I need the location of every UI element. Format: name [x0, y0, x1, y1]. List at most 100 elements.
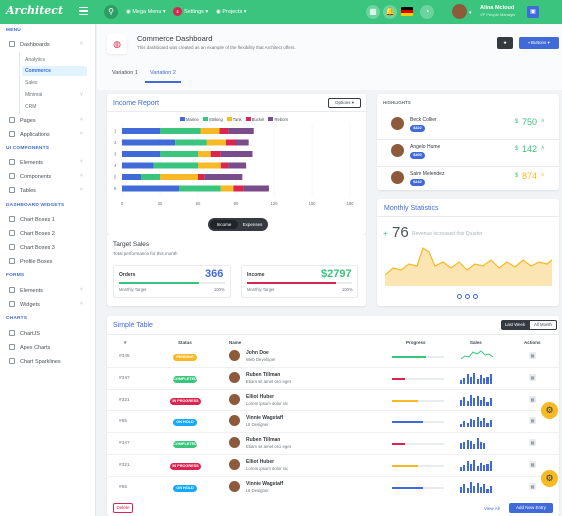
sales-bar [486, 376, 489, 384]
sidebar-item-chart-sparklines[interactable]: Chart Sparklines [9, 358, 61, 365]
delete-button[interactable]: Delete [113, 503, 133, 513]
tab-variation-1[interactable]: Variation 1 [112, 70, 138, 76]
sales-bar [476, 438, 479, 450]
sidebar-item-components[interactable]: Components [9, 173, 51, 180]
income-bar [220, 151, 253, 157]
hamburger-icon[interactable] [79, 7, 88, 15]
carousel-dot-2[interactable] [465, 294, 470, 299]
monthly-area-fill [385, 248, 552, 286]
income-bar [200, 128, 220, 134]
mega-menu-link[interactable]: ◉ Mega Menu ▾ [126, 9, 166, 15]
sidebar-item-tables[interactable]: Tables [9, 187, 36, 194]
sidebar-item-dashboards[interactable]: Dashboards [9, 41, 50, 48]
calendar-icon[interactable]: ▣ [527, 6, 539, 18]
view-all-link[interactable]: View All [484, 506, 500, 511]
sales-bar [479, 486, 482, 493]
action-button[interactable]: ▤ [529, 461, 536, 468]
options-button[interactable]: Options ▾ [328, 98, 361, 108]
chevron-down-icon[interactable]: ▾ [469, 10, 472, 16]
sales-bar [473, 420, 476, 428]
projects-link[interactable]: ◉ Projects ▾ [216, 9, 247, 15]
card-divider [377, 139, 559, 140]
expenses-toggle-button[interactable]: Expenses [239, 220, 266, 229]
bell-icon[interactable]: 🔔 [383, 5, 397, 19]
sidebar-item-pages[interactable]: Pages [9, 117, 36, 124]
row-divider [107, 410, 559, 412]
row-name: Ruben Tillman [246, 371, 281, 378]
col-header-sales: Sales [470, 340, 482, 345]
sidebar-item-apex-charts[interactable]: Apex Charts [9, 344, 50, 351]
search-icon[interactable]: ⚲ [104, 5, 118, 19]
sidebar-item-chart-boxes-1[interactable]: Chart Boxes 1 [9, 216, 55, 223]
status-badge: ON HOLD [173, 484, 197, 492]
sidebar-item-elements[interactable]: Elements [9, 159, 43, 166]
action-button[interactable]: ▤ [529, 395, 536, 403]
income-expenses-toggle[interactable]: Income Expenses [208, 218, 268, 231]
row-role: Etiam sit amet orci eget [246, 444, 291, 450]
sales-bar [479, 462, 482, 471]
row-avatar [229, 350, 240, 361]
tab-variation-2[interactable]: Variation 2 [150, 70, 176, 76]
action-button[interactable]: ▤ [529, 352, 536, 359]
carousel-dot-1[interactable] [457, 294, 462, 299]
income-toggle-button[interactable]: Income [210, 220, 238, 229]
row-progress-fill [392, 377, 405, 380]
grid-icon[interactable]: ▦ [366, 5, 380, 19]
chevron-up-icon: ˄ [80, 41, 83, 47]
income-bar [220, 185, 234, 192]
sales-bar [460, 467, 463, 471]
sidebar-item-applications[interactable]: Applications [9, 131, 50, 138]
orders-target-label: Monthly Target [119, 287, 147, 292]
chat-icon[interactable]: ◔ [420, 5, 434, 19]
sales-bar [486, 402, 489, 406]
sidebar-item-chart-boxes-3[interactable]: Chart Boxes 3 [9, 244, 55, 251]
sidebar-sub-analytics[interactable]: Analytics [25, 57, 45, 63]
sales-bar [463, 484, 466, 493]
user-avatar[interactable] [452, 4, 467, 19]
sidebar-sub-minimal[interactable]: Minimal [25, 92, 42, 98]
row-progress [392, 443, 444, 446]
sidebar-sub-commerce[interactable]: Commerce [25, 68, 51, 74]
settings-link[interactable]: Settings ▾ [184, 9, 208, 15]
sidebar-item-form-elements[interactable]: Elements [9, 287, 43, 294]
x-tick-label: 180 [347, 201, 355, 206]
sidebar-item-widgets[interactable]: Widgets [9, 301, 40, 308]
sparkline-line [461, 350, 493, 360]
action-button[interactable]: ▤ [529, 373, 536, 381]
col-header-name: Name [229, 340, 242, 345]
gear-icon[interactable]: ⚙ [541, 470, 558, 487]
income-bar [175, 139, 207, 146]
sidebar-item-chart-boxes-2[interactable]: Chart Boxes 2 [9, 230, 55, 237]
sales-bar [473, 485, 476, 493]
sidebar-sub-crm[interactable]: CRM [25, 104, 36, 110]
sidebar-sub-sales[interactable]: Sales [25, 80, 38, 86]
flag-icon[interactable] [401, 7, 413, 16]
action-button[interactable]: ▤ [529, 417, 536, 425]
row-label: 6 [114, 186, 117, 191]
apps-icon [9, 131, 15, 137]
all-month-button[interactable]: All Month [529, 320, 557, 330]
action-button[interactable]: ▤ [529, 439, 536, 447]
buttons-dropdown[interactable]: ▪ Buttons ▾ [519, 37, 559, 49]
sidebar-item-profile-boxes[interactable]: Profile Boxes [9, 258, 52, 265]
sales-bar [476, 483, 479, 493]
action-button[interactable]: ▤ [529, 482, 536, 490]
row-progress [392, 399, 444, 402]
card-divider [377, 216, 559, 217]
star-button[interactable]: ★ [497, 37, 513, 49]
sidebar-item-chartjs[interactable]: ChartJS [9, 330, 40, 337]
sales-bar [479, 399, 482, 406]
add-new-entry-button[interactable]: Add New Entry [509, 503, 553, 513]
last-week-button[interactable]: Last Week [501, 320, 529, 330]
monthly-area-chart [385, 247, 552, 286]
carousel-dot-3[interactable] [473, 294, 478, 299]
sales-bar [460, 399, 463, 406]
legend-item: Reborn [268, 117, 288, 122]
sales-bar [483, 397, 486, 406]
income-bar [122, 151, 160, 157]
app-logo[interactable]: Architect [6, 4, 63, 17]
gear-icon[interactable]: ⚙ [541, 402, 558, 419]
row-role: UI Designer [246, 422, 269, 428]
row-progress-fill [392, 356, 426, 358]
row-divider [107, 432, 559, 434]
